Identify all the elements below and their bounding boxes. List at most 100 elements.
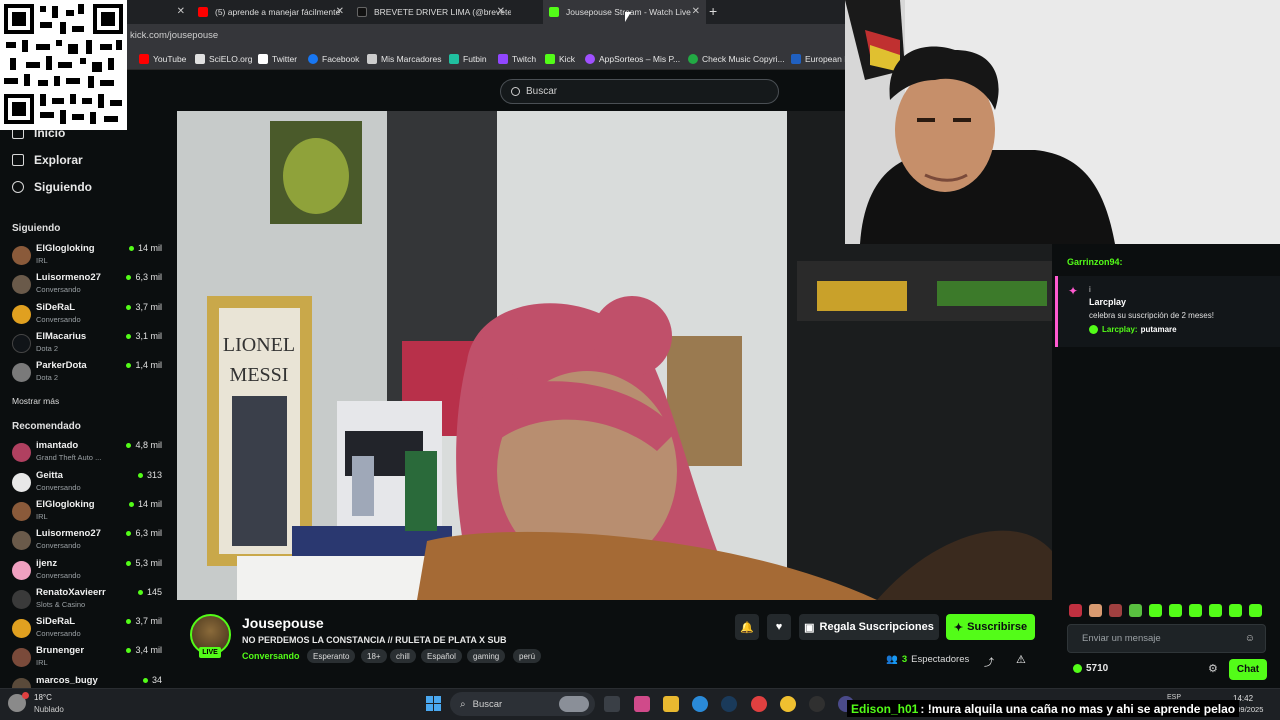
xbox-icon[interactable]: [809, 696, 825, 712]
sidebar-channel[interactable]: SiDeRaL Conversando 3,7 mil: [12, 302, 162, 328]
edge-icon[interactable]: [692, 696, 708, 712]
new-tab-icon[interactable]: +: [709, 3, 717, 19]
channel-points[interactable]: 5710: [1073, 663, 1108, 674]
chat-message-input[interactable]: Enviar un mensaje ☺: [1067, 624, 1266, 653]
emote-icon[interactable]: [1169, 604, 1182, 617]
close-tab-icon[interactable]: ✕: [336, 6, 344, 17]
chrome-icon[interactable]: [780, 696, 796, 712]
sidebar-channel[interactable]: Geitta Conversando 313: [12, 470, 162, 496]
bookmark-item[interactable]: European E: [791, 52, 850, 66]
bookmark-item[interactable]: Mis Marcadores: [367, 52, 441, 66]
emote-icon[interactable]: [1149, 604, 1162, 617]
app-icon[interactable]: [751, 696, 767, 712]
bookmark-item[interactable]: Futbin: [449, 52, 487, 66]
taskbar-search[interactable]: ⌕ Buscar: [450, 692, 595, 716]
sidebar-channel[interactable]: marcos_bugy 34: [12, 675, 162, 688]
bookmark-item[interactable]: AppSorteos – Mis P...: [585, 52, 680, 66]
channel-category: IRL: [36, 658, 48, 667]
stream-category-link[interactable]: Conversando: [242, 651, 300, 661]
bookmark-item[interactable]: Kick: [545, 52, 575, 66]
viewer-count: 14 mil: [128, 243, 162, 253]
sidebar-channel[interactable]: ElGlogloking IRL 14 mil: [12, 499, 162, 525]
bookmark-label: Mis Marcadores: [381, 54, 442, 64]
steam-icon[interactable]: [721, 696, 737, 712]
close-tab-icon[interactable]: ✕: [177, 6, 185, 17]
close-tab-icon[interactable]: ✕: [497, 6, 505, 17]
browser-tab[interactable]: ✕: [127, 0, 191, 24]
sidebar-channel[interactable]: imantado Grand Theft Auto ... 4,8 mil: [12, 440, 162, 466]
stream-tag[interactable]: 18+: [361, 649, 387, 663]
channel-category: Conversando: [36, 571, 81, 580]
sub-event-user[interactable]: Larcplay: [1089, 297, 1126, 307]
sub-message-user[interactable]: Larcplay:: [1102, 325, 1138, 334]
follow-button[interactable]: ♥: [767, 614, 791, 640]
sidebar-channel[interactable]: RenatoXavieerr Slots & Casino 145: [12, 587, 162, 613]
browser-tab[interactable]: BREVETE DRIVER LIMA (@brevete ✕: [351, 0, 511, 24]
sidebar-channel[interactable]: ijenz Conversando 5,3 mil: [12, 558, 162, 584]
weather-temperature[interactable]: 18°C: [34, 693, 52, 702]
viewers-count: 👥 3 Espectadores: [886, 654, 969, 665]
futbin-icon: [449, 54, 459, 64]
subscribe-button[interactable]: ✦ Suscribirse: [946, 614, 1035, 640]
qr-code: [0, 0, 127, 130]
emote-icon[interactable]: [1109, 604, 1122, 617]
avatar: [12, 502, 31, 521]
chat-message-user[interactable]: Garrinzon94:: [1067, 257, 1123, 267]
emote-icon[interactable]: [1249, 604, 1262, 617]
emote-icon[interactable]: [1209, 604, 1222, 617]
avatar: [12, 473, 31, 492]
search-input[interactable]: Buscar: [500, 79, 779, 104]
file-explorer-icon[interactable]: [663, 696, 679, 712]
stream-tag[interactable]: Español: [421, 649, 462, 663]
sidebar-channel[interactable]: ElGlogloking IRL 14 mil: [12, 243, 162, 269]
nav-following[interactable]: Siguiendo: [12, 180, 92, 194]
gift-subs-button[interactable]: ▣ Regala Suscripciones: [799, 614, 939, 640]
bookmark-item[interactable]: SciELO.org: [195, 52, 252, 66]
browser-tab[interactable]: (5) aprende a manejar fácilmente ✕: [192, 0, 350, 24]
copilot-icon[interactable]: [634, 696, 650, 712]
emote-icon[interactable]: [1089, 604, 1102, 617]
nav-label: Siguiendo: [34, 180, 92, 194]
chat-send-button[interactable]: Chat: [1229, 659, 1267, 680]
notification-bell-button[interactable]: 🔔: [735, 614, 759, 640]
weather-alert-badge: [22, 692, 29, 699]
nav-explore[interactable]: Explorar: [12, 153, 83, 167]
report-icon[interactable]: ⚠: [1016, 653, 1026, 666]
bookmark-item[interactable]: Twitch: [498, 52, 536, 66]
streamer-name[interactable]: Jousepouse: [242, 615, 324, 631]
emote-icon[interactable]: [1129, 604, 1142, 617]
show-more-link[interactable]: Mostrar más: [12, 396, 59, 406]
emoji-icon[interactable]: ☺: [1245, 633, 1255, 644]
url-field[interactable]: kick.com/jousepouse: [130, 30, 218, 41]
stream-tag[interactable]: perú: [513, 649, 542, 663]
windows-start-icon[interactable]: [426, 696, 441, 711]
sidebar-channel[interactable]: ParkerDota Dota 2 1,4 mil: [12, 360, 162, 386]
stream-tag[interactable]: gaming: [467, 649, 506, 663]
channel-name: imantado: [36, 440, 79, 451]
sidebar-channel[interactable]: ElMacarius Dota 2 3,1 mil: [12, 331, 162, 357]
viewer-count-text: 5,3 mil: [135, 558, 162, 568]
share-icon[interactable]: ⤴: [984, 654, 994, 669]
emote-icon[interactable]: [1189, 604, 1202, 617]
emote-icon[interactable]: [1069, 604, 1082, 617]
bookmark-item[interactable]: Twitter: [258, 52, 297, 66]
sidebar-channel[interactable]: Luisormeno27 Conversando 6,3 mil: [12, 528, 162, 554]
close-tab-icon[interactable]: ✕: [692, 6, 700, 17]
stream-tag[interactable]: chill: [390, 649, 416, 663]
stream-tag[interactable]: Esperanto: [307, 649, 356, 663]
bookmark-item[interactable]: Facebook: [308, 52, 359, 66]
emote-icon[interactable]: [1229, 604, 1242, 617]
task-view-icon[interactable]: [604, 696, 620, 712]
sidebar-channel[interactable]: Luisormeno27 Conversando 6,3 mil: [12, 272, 162, 298]
viewer-count: 3,4 mil: [126, 645, 162, 655]
bookmark-item[interactable]: Check Music Copyri...: [688, 52, 785, 66]
kick-favicon-icon: [549, 7, 559, 17]
channel-category: Conversando: [36, 285, 81, 294]
bookmark-item[interactable]: YouTube: [139, 52, 186, 66]
sidebar-channel[interactable]: Brunenger IRL 3,4 mil: [12, 645, 162, 671]
channel-category: Grand Theft Auto ...: [36, 453, 102, 462]
chat-settings-gear-icon[interactable]: ⚙: [1208, 662, 1218, 675]
channel-name: Brunenger: [36, 645, 85, 656]
sidebar-channel[interactable]: SiDeRaL Conversando 3,7 mil: [12, 616, 162, 642]
weather-description: Nublado: [34, 705, 64, 714]
